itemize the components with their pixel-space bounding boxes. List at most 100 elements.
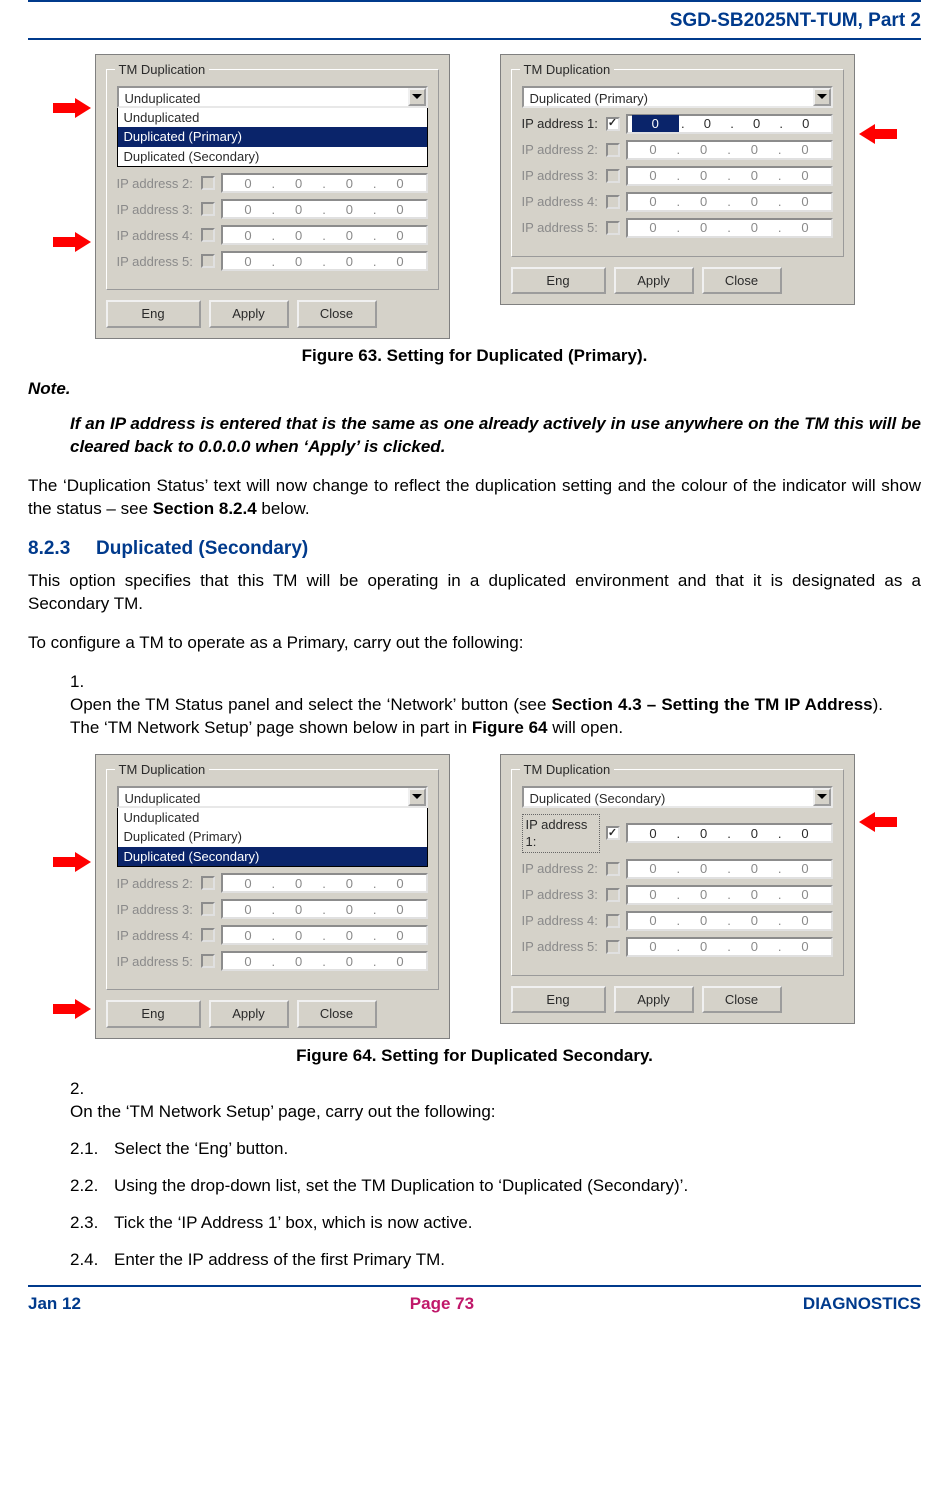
ip-row: IP address 3:0.0.0.0 bbox=[117, 199, 428, 219]
tm-duplication-fieldset: Duplicated (Primary) IP address 1:0.0.0.… bbox=[511, 69, 844, 257]
chevron-down-icon[interactable] bbox=[408, 88, 426, 106]
combobox-value: Duplicated (Secondary) bbox=[524, 788, 813, 806]
eng-button[interactable]: Eng bbox=[511, 986, 606, 1014]
figure-caption: Figure 64. Setting for Duplicated Second… bbox=[28, 1045, 921, 1068]
list-item[interactable]: Duplicated (Secondary) bbox=[118, 847, 427, 867]
checkbox bbox=[606, 195, 620, 209]
duplication-combobox[interactable]: Duplicated (Secondary) bbox=[522, 786, 833, 808]
checkbox bbox=[201, 954, 215, 968]
ip-input: 0.0.0.0 bbox=[221, 225, 428, 245]
ip-row: IP address 3:0.0.0.0 bbox=[117, 899, 428, 919]
ip-input: 0.0.0.0 bbox=[221, 251, 428, 271]
list-item[interactable]: Unduplicated bbox=[118, 108, 427, 128]
paragraph: To configure a TM to operate as a Primar… bbox=[28, 632, 921, 655]
list-item[interactable]: Duplicated (Secondary) bbox=[118, 147, 427, 167]
ip-input: 0.0.0.0 bbox=[626, 166, 833, 186]
ip-input: 0.0.0.0 bbox=[626, 937, 833, 957]
ip-input: 0.0.0.0 bbox=[626, 885, 833, 905]
ip-input: 0.0.0.0 bbox=[626, 859, 833, 879]
ip-row: IP address 2:0.0.0.0 bbox=[117, 173, 428, 193]
eng-button[interactable]: Eng bbox=[106, 1000, 201, 1028]
arrow-icon bbox=[53, 232, 91, 252]
apply-button[interactable]: Apply bbox=[209, 300, 289, 328]
ip-row: IP address 5:0.0.0.0 bbox=[522, 218, 833, 238]
chevron-down-icon[interactable] bbox=[813, 788, 831, 806]
ip-input: 0.0.0.0 bbox=[626, 911, 833, 931]
ip-row: IP address 4:0.0.0.0 bbox=[117, 925, 428, 945]
section-heading: 8.2.3Duplicated (Secondary) bbox=[28, 536, 921, 562]
checkbox bbox=[606, 221, 620, 235]
eng-button[interactable]: Eng bbox=[106, 300, 201, 328]
checkbox bbox=[201, 228, 215, 242]
arrow-icon bbox=[859, 124, 897, 144]
duplication-combobox[interactable]: Unduplicated bbox=[117, 86, 428, 108]
combobox-value: Duplicated (Primary) bbox=[524, 88, 813, 106]
paragraph: This option specifies that this TM will … bbox=[28, 570, 921, 616]
checkbox bbox=[201, 902, 215, 916]
checkbox bbox=[606, 914, 620, 928]
combobox-value: Unduplicated bbox=[119, 788, 408, 806]
apply-button[interactable]: Apply bbox=[614, 267, 694, 295]
doc-title: SGD-SB2025NT-TUM, Part 2 bbox=[670, 8, 921, 34]
tm-duplication-panel-left: Unduplicated Unduplicated Duplicated (Pr… bbox=[95, 754, 450, 1039]
ip-input: 0.0.0.0 bbox=[221, 199, 428, 219]
arrow-icon bbox=[53, 852, 91, 872]
checkbox bbox=[606, 940, 620, 954]
tm-duplication-panel-right: Duplicated (Primary) IP address 1:0.0.0.… bbox=[500, 54, 855, 306]
checkbox bbox=[606, 888, 620, 902]
ip-input[interactable]: 0.0.0.0 bbox=[626, 823, 833, 843]
apply-button[interactable]: Apply bbox=[209, 1000, 289, 1028]
list-item: 2.4.Enter the IP address of the first Pr… bbox=[70, 1249, 921, 1272]
checkbox[interactable] bbox=[606, 826, 620, 840]
combobox-listbox[interactable]: Unduplicated Duplicated (Primary) Duplic… bbox=[117, 108, 428, 168]
ip-input: 0.0.0.0 bbox=[626, 192, 833, 212]
note-header: Note. bbox=[28, 378, 921, 401]
footer-date: Jan 12 bbox=[28, 1293, 81, 1316]
tm-duplication-panel-right: Duplicated (Secondary) IP address 1:0.0.… bbox=[500, 754, 855, 1025]
checkbox bbox=[201, 254, 215, 268]
ip-row: IP address 2:0.0.0.0 bbox=[117, 873, 428, 893]
ip-input: 0.0.0.0 bbox=[221, 925, 428, 945]
figure-63-row: Unduplicated Unduplicated Duplicated (Pr… bbox=[28, 54, 921, 339]
close-button[interactable]: Close bbox=[297, 1000, 377, 1028]
arrow-icon bbox=[53, 98, 91, 118]
duplication-combobox[interactable]: Duplicated (Primary) bbox=[522, 86, 833, 108]
footer-page: Page 73 bbox=[410, 1293, 474, 1316]
close-button[interactable]: Close bbox=[702, 986, 782, 1014]
page-footer: Jan 12 Page 73 DIAGNOSTICS bbox=[28, 1287, 921, 1330]
checkbox bbox=[606, 169, 620, 183]
duplication-combobox[interactable]: Unduplicated bbox=[117, 786, 428, 808]
list-item: 2.2.Using the drop-down list, set the TM… bbox=[70, 1175, 921, 1198]
tm-duplication-fieldset: Duplicated (Secondary) IP address 1:0.0.… bbox=[511, 769, 844, 976]
list-item[interactable]: Duplicated (Primary) bbox=[118, 127, 427, 147]
checkbox bbox=[201, 876, 215, 890]
ip-input[interactable]: 0.0.0.0 bbox=[626, 114, 833, 134]
ip-input: 0.0.0.0 bbox=[221, 873, 428, 893]
ip-row: IP address 2:0.0.0.0 bbox=[522, 859, 833, 879]
list-item[interactable]: Duplicated (Primary) bbox=[118, 827, 427, 847]
eng-button[interactable]: Eng bbox=[511, 267, 606, 295]
close-button[interactable]: Close bbox=[297, 300, 377, 328]
ip-input: 0.0.0.0 bbox=[221, 951, 428, 971]
checkbox bbox=[201, 202, 215, 216]
sub-list: 2.1.Select the ‘Eng’ button. 2.2.Using t… bbox=[70, 1138, 921, 1272]
figure-caption: Figure 63. Setting for Duplicated (Prima… bbox=[28, 345, 921, 368]
checkbox[interactable] bbox=[606, 117, 620, 131]
ip-row: IP address 1:0.0.0.0 bbox=[522, 814, 833, 853]
ip-row: IP address 2:0.0.0.0 bbox=[522, 140, 833, 160]
ip-row: IP address 3:0.0.0.0 bbox=[522, 885, 833, 905]
list-item[interactable]: Unduplicated bbox=[118, 808, 427, 828]
ip-input: 0.0.0.0 bbox=[221, 899, 428, 919]
combobox-listbox[interactable]: Unduplicated Duplicated (Primary) Duplic… bbox=[117, 808, 428, 868]
close-button[interactable]: Close bbox=[702, 267, 782, 295]
chevron-down-icon[interactable] bbox=[813, 88, 831, 106]
apply-button[interactable]: Apply bbox=[614, 986, 694, 1014]
ip-row: IP address 5:0.0.0.0 bbox=[522, 937, 833, 957]
combobox-value: Unduplicated bbox=[119, 88, 408, 106]
checkbox bbox=[606, 143, 620, 157]
tm-duplication-fieldset: Unduplicated Unduplicated Duplicated (Pr… bbox=[106, 769, 439, 991]
chevron-down-icon[interactable] bbox=[408, 788, 426, 806]
list-item: 2. On the ‘TM Network Setup’ page, carry… bbox=[70, 1078, 921, 1124]
ip-input: 0.0.0.0 bbox=[221, 173, 428, 193]
ip-input: 0.0.0.0 bbox=[626, 218, 833, 238]
